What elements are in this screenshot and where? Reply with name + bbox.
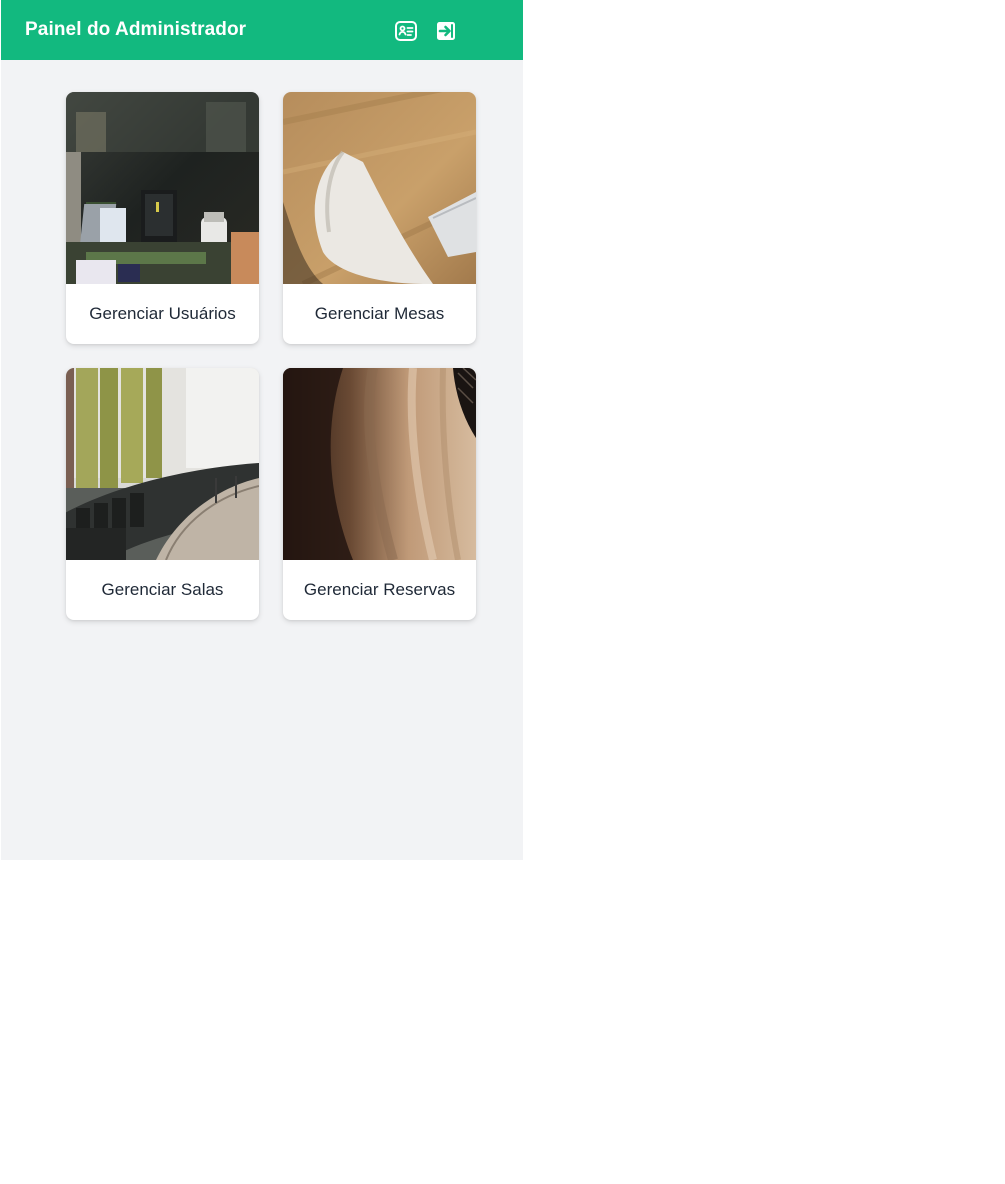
wooden-desk-chair-photo (283, 92, 476, 284)
office-workspace-photo (66, 92, 259, 284)
card-label: Gerenciar Reservas (303, 580, 456, 599)
page-title: Painel do Administrador (25, 19, 247, 40)
logout-icon[interactable] (433, 18, 459, 44)
card-manage-users[interactable]: Gerenciar Usuários (66, 92, 259, 344)
admin-panel: Painel do Administrador Gerenciar Usuári… (1, 0, 523, 860)
card-manage-desks[interactable]: Gerenciar Mesas (283, 92, 476, 344)
card-label: Gerenciar Usuários (89, 304, 236, 323)
wood-texture-photo (283, 368, 476, 560)
id-card-icon[interactable] (393, 18, 419, 44)
card-manage-rooms[interactable]: Gerenciar Salas (66, 368, 259, 620)
meeting-room-photo (66, 368, 259, 560)
header-bar: Painel do Administrador (1, 0, 523, 60)
card-manage-reservations[interactable]: Gerenciar Reservas (283, 368, 476, 620)
card-label: Gerenciar Mesas (314, 304, 445, 323)
card-label: Gerenciar Salas (101, 580, 224, 599)
